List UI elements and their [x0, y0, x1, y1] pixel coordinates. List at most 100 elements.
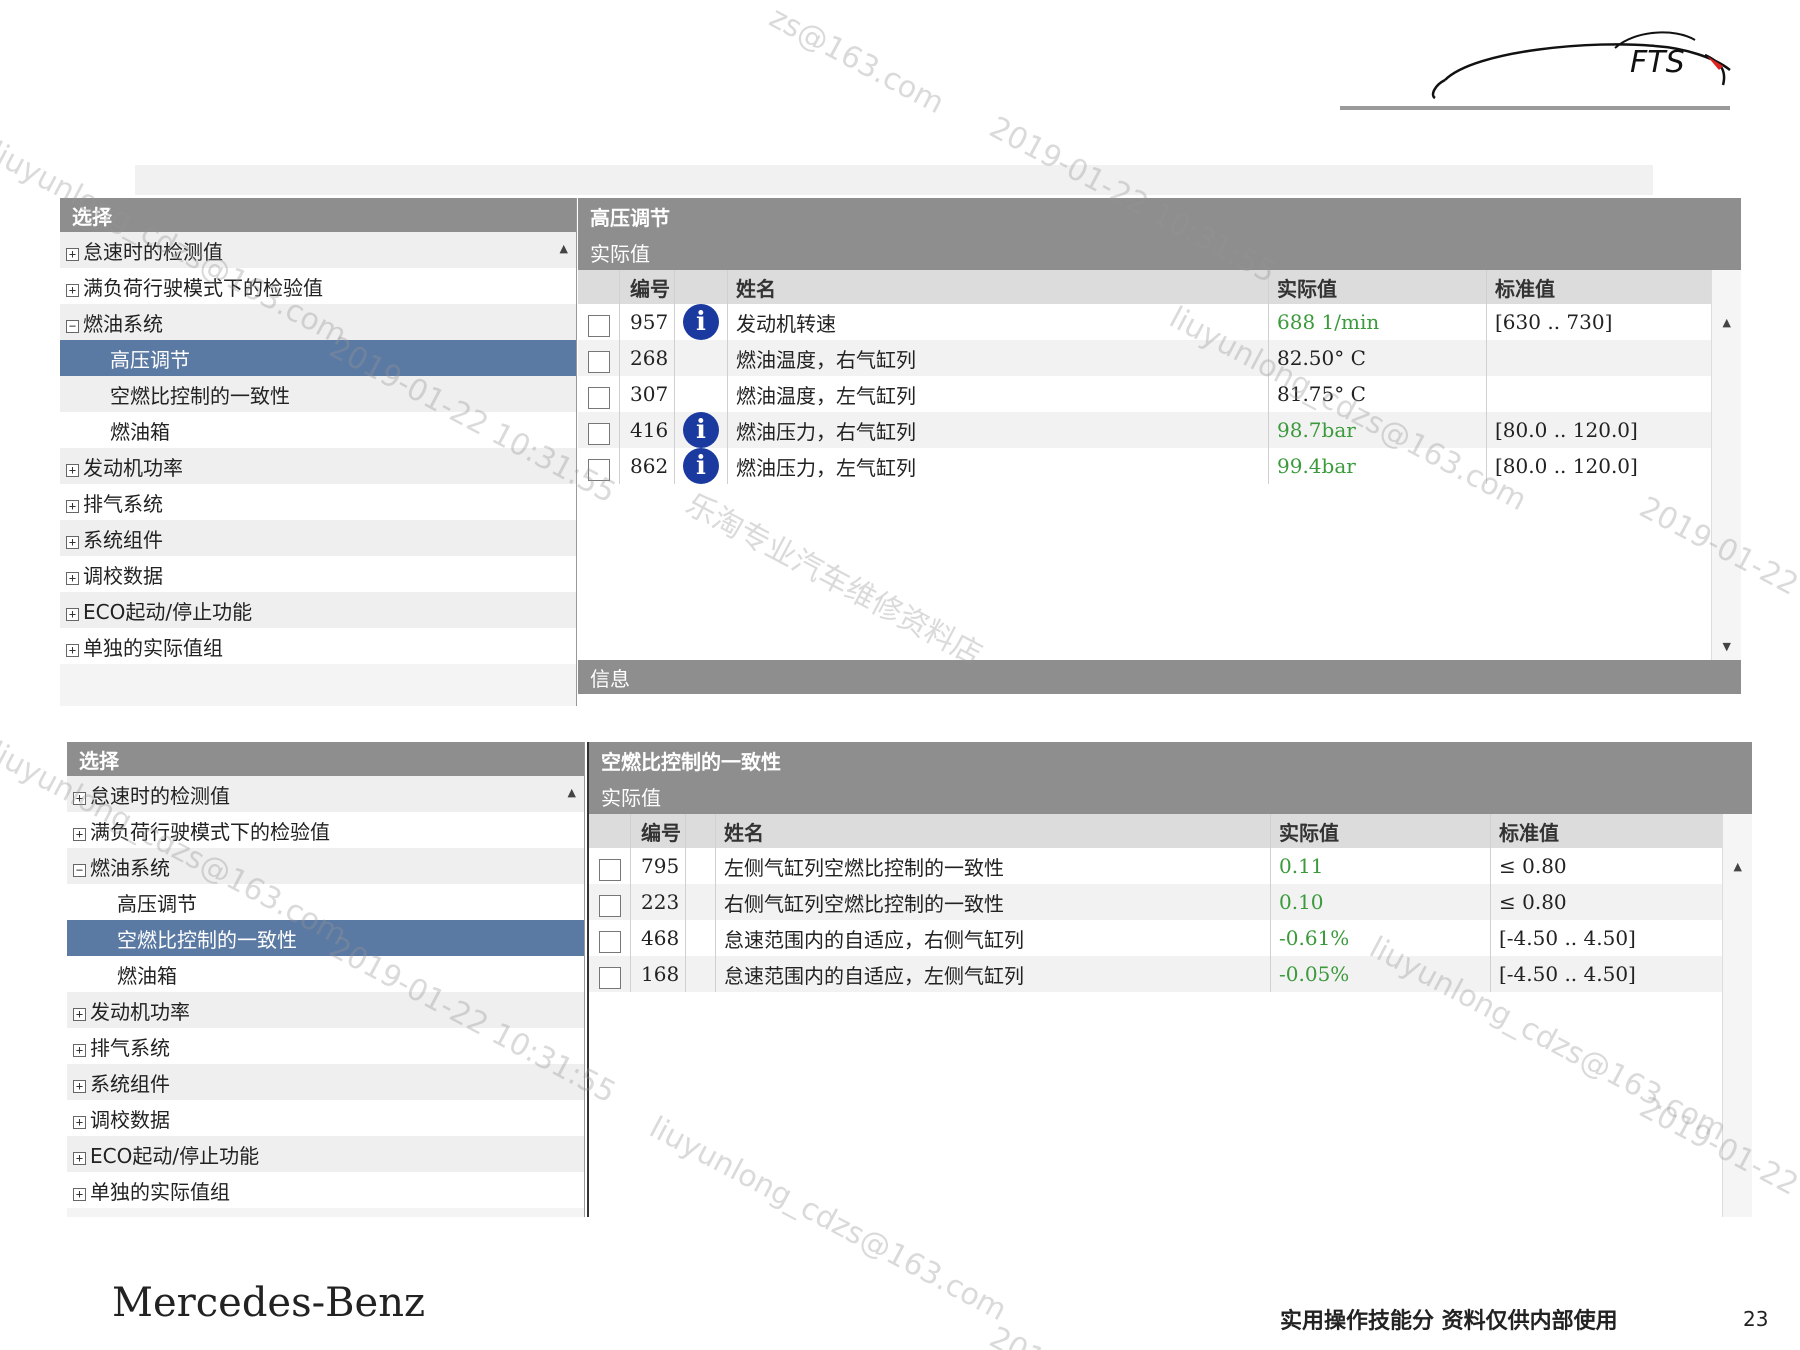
expand-icon[interactable]: + [73, 1115, 86, 1129]
header-name: 姓名 [728, 270, 1269, 304]
scroll-up-arrow[interactable]: ▲ [560, 242, 568, 255]
table-row[interactable]: 307 燃油温度，左气缸列 81.75° C [578, 376, 1741, 412]
table-row[interactable]: 168 怠速范围内的自适应，左侧气缸列 -0.05% [-4.50 .. 4.50] [589, 956, 1752, 992]
row-code: 168 [631, 956, 686, 992]
expand-icon[interactable]: + [66, 535, 79, 549]
expand-icon[interactable]: + [73, 1151, 86, 1165]
tree-item[interactable]: + 调校数据 [60, 556, 576, 592]
expand-icon[interactable]: + [73, 1007, 86, 1021]
expand-icon[interactable]: + [66, 571, 79, 585]
scroll-up-arrow[interactable]: ▲ [1723, 316, 1731, 329]
row-checkbox[interactable] [588, 423, 610, 445]
tree-item-label: 燃油箱 [110, 419, 170, 444]
table-row[interactable]: 223 右侧气缸列空燃比控制的一致性 0.10 ≤ 0.80 [589, 884, 1752, 920]
row-checkbox-cell [589, 884, 631, 920]
row-info-cell: i [675, 304, 728, 340]
row-checkbox[interactable] [588, 315, 610, 337]
row-checkbox[interactable] [588, 387, 610, 409]
row-checkbox[interactable] [588, 351, 610, 373]
expand-icon[interactable]: + [73, 1043, 86, 1057]
row-checkbox-cell [578, 304, 620, 340]
row-actual-value: 0.10 [1271, 884, 1491, 920]
info-icon[interactable]: i [683, 412, 719, 448]
tree-item[interactable]: − 燃油系统 [67, 848, 584, 884]
row-code: 795 [631, 848, 686, 884]
expand-icon[interactable]: + [66, 499, 79, 513]
row-name: 燃油压力，左气缸列 [728, 448, 1269, 484]
table-row[interactable]: 416 i 燃油压力，右气缸列 98.7bar [80.0 .. 120.0] [578, 412, 1741, 448]
tree-item-label: 燃油箱 [117, 963, 177, 988]
expand-icon[interactable]: + [73, 827, 86, 841]
row-standard-value: ≤ 0.80 [1499, 890, 1567, 914]
expand-icon[interactable]: + [73, 1079, 86, 1093]
expand-icon[interactable]: + [66, 247, 79, 261]
detail-subtitle: 实际值 [578, 234, 1741, 270]
table-scrollbar[interactable]: ▲ ▼ [1711, 270, 1741, 660]
header-info-col [686, 814, 716, 848]
tree-item[interactable]: 空燃比控制的一致性 [60, 376, 576, 412]
header-checkbox-col [578, 270, 620, 304]
tree-item-label: 燃油系统 [83, 311, 163, 336]
row-standard-value: [80.0 .. 120.0] [1495, 418, 1638, 442]
tree-item[interactable]: + 单独的实际值组 [60, 628, 576, 664]
tree-item-label: 空燃比控制的一致性 [117, 927, 297, 952]
tree-item[interactable]: + 调校数据 [67, 1100, 584, 1136]
tree-item-label: 发动机功率 [83, 455, 183, 480]
fts-logo: FTS [1431, 31, 1731, 100]
expand-icon[interactable]: + [66, 283, 79, 297]
logo-underline [1340, 106, 1730, 110]
header-actual: 实际值 [1269, 270, 1487, 304]
tree-item[interactable]: + ECO起动/停止功能 [60, 592, 576, 628]
scroll-down-arrow[interactable]: ▼ [1723, 640, 1731, 653]
expand-icon[interactable]: + [66, 463, 79, 477]
row-standard-value: [-4.50 .. 4.50] [1499, 926, 1636, 950]
row-info-cell: i [675, 448, 728, 484]
expand-icon[interactable]: + [66, 607, 79, 621]
table-row[interactable]: 268 燃油温度，右气缸列 82.50° C [578, 340, 1741, 376]
scroll-up-arrow[interactable]: ▲ [1734, 860, 1742, 873]
table-row[interactable]: 795 左侧气缸列空燃比控制的一致性 0.11 ≤ 0.80 [589, 848, 1752, 884]
row-name: 怠速范围内的自适应，右侧气缸列 [716, 920, 1271, 956]
row-standard-value: ≤ 0.80 [1499, 854, 1567, 878]
table-rows: 795 左侧气缸列空燃比控制的一致性 0.11 ≤ 0.80 223 右侧气缸列空燃比控制… [589, 848, 1752, 992]
expand-icon[interactable]: + [73, 1187, 86, 1201]
footer-note: 实用操作技能分 资料仅供内部使用 [1280, 1309, 1618, 1334]
tree-title: 选择 [67, 742, 584, 776]
tree-item-label: 高压调节 [110, 347, 190, 372]
row-checkbox[interactable] [599, 859, 621, 881]
row-code: 307 [620, 376, 675, 412]
background-band [135, 165, 1653, 195]
expand-icon[interactable]: + [66, 643, 79, 657]
tree-item[interactable]: + ECO起动/停止功能 [67, 1136, 584, 1172]
tree-item[interactable]: 高压调节 [60, 340, 576, 376]
tree-item[interactable]: + 怠速时的检测值 [67, 776, 584, 812]
row-info-cell: i [675, 412, 728, 448]
table-row[interactable]: 468 怠速范围内的自适应，右侧气缸列 -0.61% [-4.50 .. 4.50] [589, 920, 1752, 956]
tree-item-label: 高压调节 [117, 891, 197, 916]
header-name: 姓名 [716, 814, 1271, 848]
tree-item[interactable]: + 系统组件 [60, 520, 576, 556]
table-row[interactable]: 957 i 发动机转速 688 1/min [630 .. 730] [578, 304, 1741, 340]
table-row[interactable]: 862 i 燃油压力，左气缸列 99.4bar [80.0 .. 120.0] [578, 448, 1741, 484]
header-code: 编号 [620, 270, 675, 304]
row-checkbox[interactable] [599, 967, 621, 989]
collapse-icon[interactable]: − [66, 319, 79, 333]
tree-item[interactable]: + 满负荷行驶模式下的检验值 [60, 268, 576, 304]
brand-name: Mercedes-Benz [112, 1280, 426, 1326]
row-standard-value: [-4.50 .. 4.50] [1499, 962, 1636, 986]
tree-item[interactable]: + 排气系统 [60, 484, 576, 520]
info-icon[interactable]: i [683, 448, 719, 484]
bottom-detail-panel: 空燃比控制的一致性 实际值 编号 姓名 实际值 标准值 795 左侧气缸列空燃比控… [587, 742, 1752, 1217]
row-checkbox[interactable] [599, 895, 621, 917]
tree-item[interactable]: + 系统组件 [67, 1064, 584, 1100]
row-info-cell [686, 848, 716, 884]
actual-values-table: 编号 姓名 实际值 标准值 795 左侧气缸列空燃比控制的一致性 0.11 ≤ 0.8… [589, 814, 1752, 1217]
collapse-icon[interactable]: − [73, 863, 86, 877]
info-icon[interactable]: i [683, 304, 719, 340]
top-detail-panel: 高压调节 实际值 编号 姓名 实际值 标准值 957 i 发动机转速 688 1/mi… [578, 198, 1741, 703]
scroll-up-arrow[interactable]: ▲ [568, 786, 576, 799]
table-header: 编号 姓名 实际值 标准值 [578, 270, 1741, 304]
tree-item[interactable]: + 单独的实际值组 [67, 1172, 584, 1208]
tree-item-label: 单独的实际值组 [90, 1179, 230, 1204]
row-checkbox[interactable] [599, 931, 621, 953]
